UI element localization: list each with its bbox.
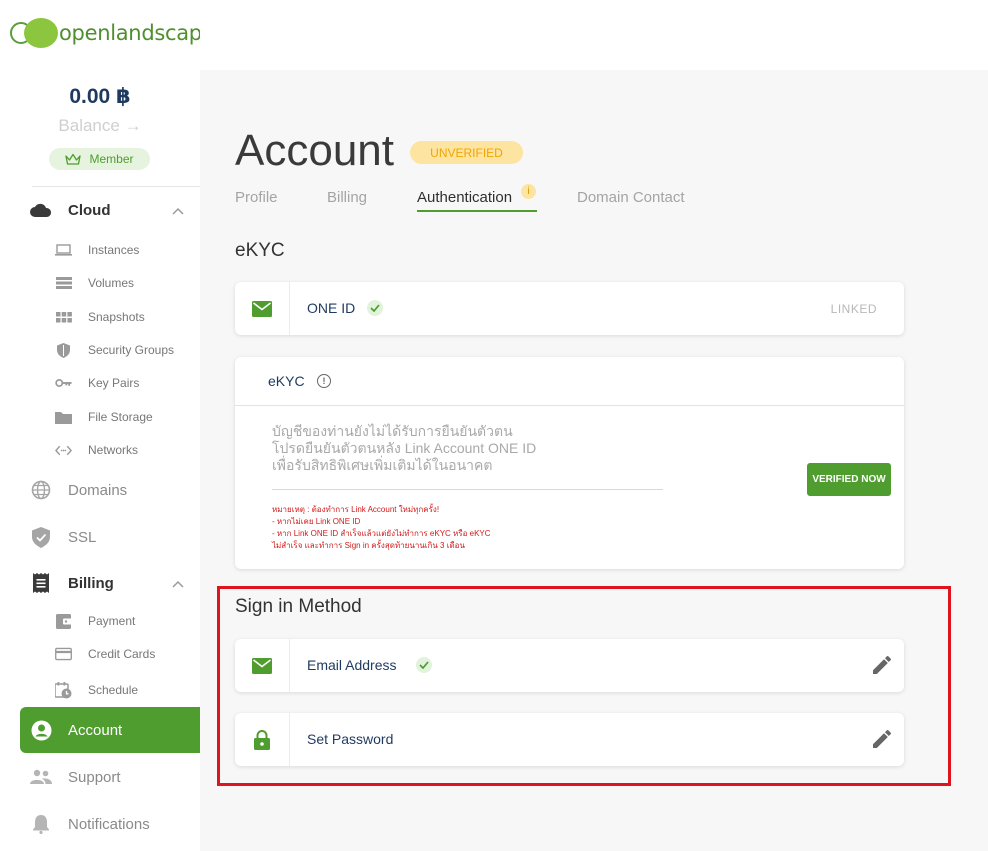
- logo-mark-icon: [10, 18, 58, 48]
- sidebar-item-payment[interactable]: Payment: [0, 606, 200, 636]
- sidebar-item-schedule[interactable]: Schedule: [0, 675, 200, 705]
- globe-icon: [30, 479, 52, 501]
- ekyc-note: หมายเหตุ : ต้องทำการ Link Account ใหม่ทุ…: [272, 504, 491, 552]
- sidebar-section-cloud[interactable]: Cloud: [0, 187, 200, 233]
- ekyc-message: บัญชีของท่านยังไม่ได้รับการยืนยันตัวตน โ…: [272, 423, 536, 474]
- account-circle-icon: [30, 719, 52, 741]
- grid-icon: [55, 310, 72, 324]
- tab-profile[interactable]: Profile: [235, 189, 278, 206]
- highlight-box: [217, 586, 951, 786]
- ekyc-note-line: - หาก Link ONE ID สำเร็จแล้วแต่ยังไม่ทำก…: [272, 529, 491, 538]
- top-bar: [200, 0, 988, 70]
- sidebar-item-support[interactable]: Support: [0, 754, 200, 800]
- wallet-icon: [55, 613, 72, 629]
- sidebar-item-credit-cards[interactable]: Credit Cards: [0, 639, 200, 669]
- ekyc-message-divider: [272, 489, 663, 490]
- one-id-label: ONE ID: [307, 300, 356, 316]
- sidebar-item-security-groups[interactable]: Security Groups: [0, 335, 200, 365]
- sidebar-item-label: Volumes: [88, 276, 135, 290]
- list-icon: [55, 276, 72, 290]
- sidebar-item-label: Notifications: [68, 815, 150, 833]
- sidebar-item-file-storage[interactable]: File Storage: [0, 402, 200, 432]
- receipt-icon: [30, 572, 52, 594]
- member-badge: Member: [49, 148, 150, 170]
- balance-link[interactable]: Balance →: [0, 116, 200, 136]
- cloud-icon: [30, 199, 52, 221]
- ekyc-message-line: เพื่อรับสิทธิพิเศษเพิ่มเติมได้ในอนาคต: [272, 457, 493, 473]
- status-badge: UNVERIFIED: [410, 141, 523, 164]
- sidebar-item-ssl[interactable]: SSL: [0, 514, 200, 560]
- folder-icon: [55, 410, 72, 424]
- sidebar-section-cloud-label: Cloud: [68, 201, 111, 219]
- logo-text: openlandscape: [59, 21, 215, 45]
- sidebar-item-label: Payment: [88, 614, 136, 628]
- code-icon: [55, 443, 72, 457]
- sidebar-item-snapshots[interactable]: Snapshots: [0, 302, 200, 332]
- balance-amount: 0.00 ฿: [69, 85, 131, 108]
- page-title: Account: [235, 126, 394, 175]
- verified-now-button[interactable]: VERIFIED NOW: [807, 463, 891, 496]
- info-circle-icon[interactable]: !: [317, 374, 331, 388]
- ekyc-message-line: บัญชีของท่านยังไม่ได้รับการยืนยันตัวตน: [272, 423, 513, 439]
- sidebar-item-volumes[interactable]: Volumes: [0, 268, 200, 298]
- brand-logo[interactable]: openlandscape: [10, 18, 215, 48]
- ekyc-message-line: โปรดยืนยันตัวตนหลัง Link Account ONE ID: [272, 440, 537, 456]
- sidebar-item-networks[interactable]: Networks: [0, 435, 200, 465]
- key-icon: [55, 376, 72, 390]
- sidebar-item-label: Networks: [88, 443, 139, 457]
- verified-shield-icon: [30, 526, 52, 548]
- linked-status: LINKED: [830, 302, 877, 316]
- tab-billing[interactable]: Billing: [327, 189, 367, 206]
- calendar-clock-icon: [55, 681, 72, 698]
- crown-icon: [65, 153, 82, 165]
- ekyc-note-line: - หากไม่เคย Link ONE ID: [272, 517, 361, 526]
- sidebar-item-key-pairs[interactable]: Key Pairs: [0, 368, 200, 398]
- ekyc-card-title: eKYC: [268, 373, 305, 389]
- sidebar-item-label: Support: [68, 768, 121, 786]
- sidebar-item-notifications[interactable]: Notifications: [0, 801, 200, 847]
- one-id-card: ONE ID LINKED: [235, 282, 904, 335]
- sidebar-item-label: Domains: [68, 481, 128, 499]
- sidebar-item-label: Security Groups: [88, 343, 175, 357]
- check-icon: [367, 300, 383, 316]
- shield-icon: [55, 342, 72, 358]
- ekyc-section-title: eKYC: [235, 240, 285, 261]
- ekyc-note-line: หมายเหตุ : ต้องทำการ Link Account ใหม่ทุ…: [272, 505, 440, 514]
- people-icon: [30, 766, 52, 788]
- member-badge-label: Member: [89, 152, 134, 166]
- sidebar-item-label: SSL: [68, 528, 97, 546]
- sidebar-item-label: Schedule: [88, 683, 139, 697]
- ekyc-note-line: ไม่สำเร็จ และทำการ Sign in ครั้งสุดท้ายน…: [272, 541, 465, 550]
- tab-authentication[interactable]: Authentication: [417, 189, 512, 206]
- sidebar-item-domains[interactable]: Domains: [0, 467, 200, 513]
- bell-icon: [30, 813, 52, 835]
- chevron-up-icon[interactable]: [172, 203, 184, 218]
- sidebar-section-billing-label: Billing: [68, 574, 114, 592]
- sidebar-item-label: Instances: [88, 243, 140, 257]
- credit-card-icon: [55, 647, 72, 661]
- sidebar-item-instances[interactable]: Instances: [0, 235, 200, 265]
- sidebar-item-label: Credit Cards: [88, 647, 156, 661]
- sidebar-section-billing[interactable]: Billing: [0, 560, 200, 606]
- sidebar-item-account[interactable]: Account: [20, 707, 200, 753]
- sidebar-item-label: File Storage: [88, 410, 153, 424]
- sidebar: openlandscape 0.00 ฿ Balance → Member Cl…: [0, 0, 215, 851]
- sidebar-item-label: Snapshots: [88, 310, 145, 324]
- laptop-icon: [55, 243, 72, 257]
- chevron-up-icon[interactable]: [172, 576, 184, 591]
- ekyc-card-divider: [235, 405, 904, 406]
- sidebar-item-label: Key Pairs: [88, 376, 140, 390]
- sidebar-item-label: Account: [68, 721, 123, 739]
- active-tab-indicator: [417, 210, 537, 212]
- ekyc-card: eKYC ! บัญชีของท่านยังไม่ได้รับการยืนยัน…: [235, 357, 904, 569]
- mail-icon: [235, 282, 290, 335]
- tab-domain-contact[interactable]: Domain Contact: [577, 189, 685, 206]
- info-icon: i: [521, 184, 536, 199]
